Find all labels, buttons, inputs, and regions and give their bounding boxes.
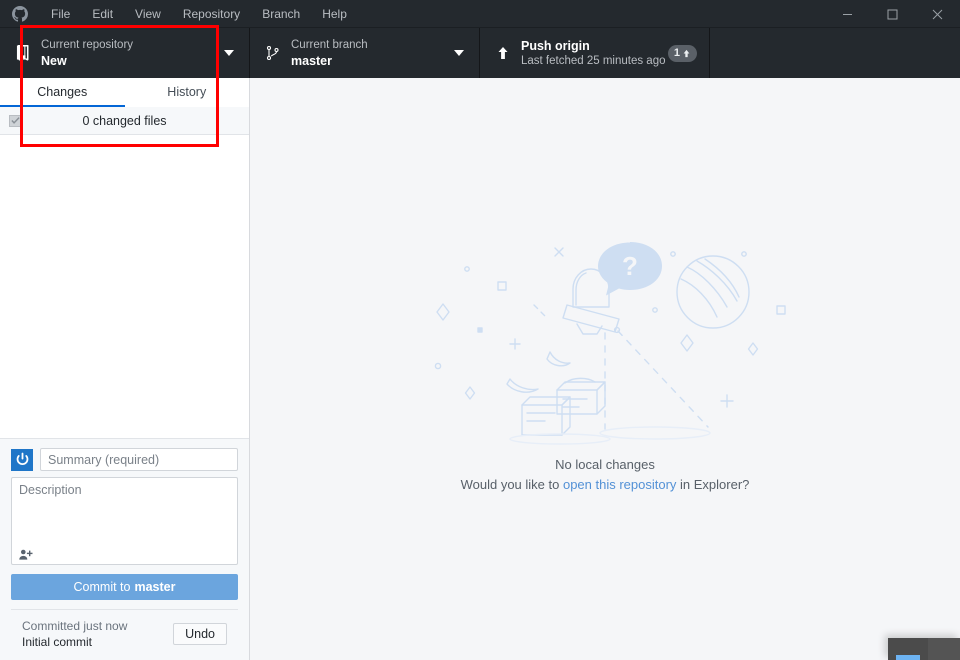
undo-commit-bar: Committed just now Initial commit Undo (11, 609, 238, 660)
last-commit-status: Committed just now (22, 619, 128, 633)
corner-overlay-right (928, 638, 960, 660)
checkbox-checked-icon[interactable] (9, 114, 21, 127)
commit-button-branch: master (134, 580, 176, 594)
commit-description-box[interactable]: Description (11, 477, 238, 565)
minimize-icon[interactable] (825, 0, 870, 28)
push-origin-sublabel: Last fetched 25 minutes ago (521, 54, 666, 67)
subtitle-before: Would you like to (460, 476, 563, 492)
current-repository-value: New (41, 53, 67, 68)
add-person-icon[interactable] (19, 549, 33, 560)
current-repository-text: Current repository New (34, 38, 221, 69)
commit-summary-input[interactable] (40, 448, 238, 471)
github-mark-icon (0, 0, 40, 28)
sidebar: Changes History 0 changed files Summary … (0, 78, 250, 660)
menu-help[interactable]: Help (311, 0, 358, 28)
current-branch-text: Current branch master (284, 38, 451, 69)
menu-view[interactable]: View (124, 0, 172, 28)
chevron-down-icon (221, 49, 237, 57)
commit-summary-row (11, 448, 238, 471)
corner-overlay-panel (888, 638, 960, 660)
git-branch-icon (262, 45, 284, 61)
commit-description-placeholder: Description (19, 483, 82, 497)
arrow-up-icon (492, 45, 514, 61)
commit-to-branch-button[interactable]: Commit to master (11, 574, 238, 600)
current-repository-button[interactable]: Current repository New (0, 28, 250, 78)
menu-file[interactable]: File (40, 0, 81, 28)
commit-form: Description Commit to master (0, 438, 249, 660)
current-branch-label: Current branch (291, 38, 368, 51)
main-content: ? No local changes Would you like to ope… (250, 78, 960, 660)
menu-bar: File Edit View Repository Branch Help (40, 0, 358, 28)
toolbar: Current repository New Current branch ma… (0, 28, 960, 78)
current-branch-button[interactable]: Current branch master (250, 28, 480, 78)
open-repository-link[interactable]: open this repository (563, 477, 676, 492)
no-changes-title: No local changes (555, 456, 655, 472)
toolbar-filler (710, 28, 960, 78)
github-desktop-window: File Edit View Repository Branch Help Cu… (0, 0, 960, 660)
undo-button[interactable]: Undo (173, 623, 227, 645)
arrow-up-small-icon (683, 49, 690, 57)
last-commit-title: Initial commit (22, 635, 93, 649)
no-changes-blankslate: ? No local changes Would you like to ope… (405, 227, 805, 492)
menu-branch[interactable]: Branch (251, 0, 311, 28)
repo-book-icon (12, 45, 34, 61)
commit-button-prefix: Commit to (73, 580, 131, 594)
changed-files-count: 0 changed files (82, 113, 167, 128)
menu-edit[interactable]: Edit (81, 0, 124, 28)
changed-files-header: 0 changed files (0, 107, 249, 135)
corner-overlay-left (888, 638, 928, 660)
push-origin-label: Push origin (521, 38, 590, 53)
github-avatar-icon (11, 448, 33, 471)
title-bar: File Edit View Repository Branch Help (0, 0, 960, 28)
subtitle-after: in Explorer? (676, 476, 750, 492)
current-branch-value: master (291, 53, 332, 68)
close-icon[interactable] (915, 0, 960, 28)
current-repository-label: Current repository (41, 38, 134, 51)
changed-files-list (0, 135, 249, 438)
tab-history[interactable]: History (124, 78, 249, 107)
last-commit-info: Committed just now Initial commit (22, 618, 127, 650)
chevron-down-icon (451, 49, 467, 57)
menu-repository[interactable]: Repository (172, 0, 251, 28)
ahead-count-value: 1 (673, 47, 680, 59)
push-origin-text: Push origin Last fetched 25 minutes ago (514, 38, 668, 69)
app-body: Changes History 0 changed files Summary … (0, 78, 960, 660)
no-changes-subtitle: Would you like to open this repository i… (461, 477, 750, 492)
window-controls (825, 0, 960, 28)
sidebar-tabs: Changes History (0, 78, 249, 107)
tab-changes[interactable]: Changes (0, 78, 125, 107)
maximize-icon[interactable] (870, 0, 915, 28)
ahead-count-badge: 1 (667, 44, 697, 62)
svg-text:?: ? (622, 251, 638, 281)
no-local-changes-illustration: ? (434, 241, 786, 445)
push-origin-button[interactable]: Push origin Last fetched 25 minutes ago … (480, 28, 710, 78)
